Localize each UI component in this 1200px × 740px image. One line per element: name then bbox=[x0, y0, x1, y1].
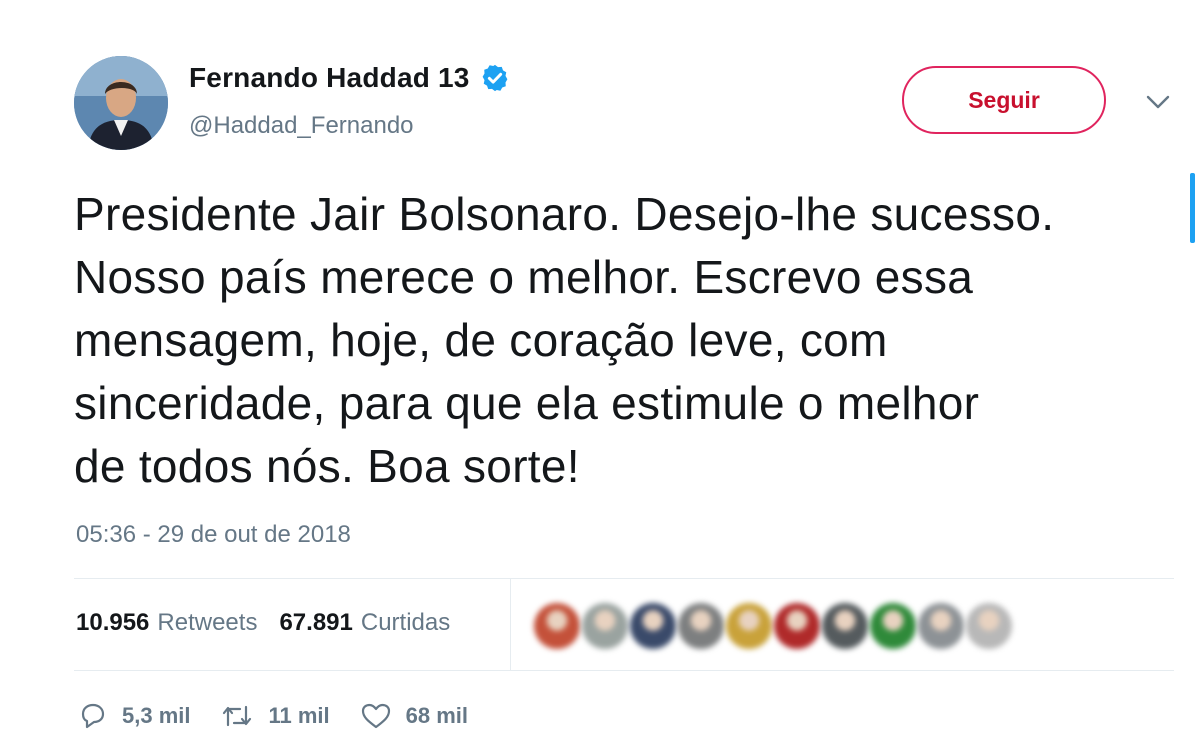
tweet-actions: 5,3 mil 11 mil 68 mil bbox=[78, 702, 498, 730]
liker-avatar[interactable] bbox=[534, 603, 580, 649]
retweet-stat[interactable]: 10.956 Retweets bbox=[76, 609, 257, 637]
like-button[interactable]: 68 mil bbox=[360, 702, 468, 730]
liker-avatar[interactable] bbox=[774, 603, 820, 649]
liker-avatars bbox=[534, 603, 1014, 649]
retweet-action-count: 11 mil bbox=[268, 703, 330, 728]
reply-count: 5,3 mil bbox=[122, 703, 191, 728]
liker-avatar[interactable] bbox=[966, 603, 1012, 649]
liker-avatar[interactable] bbox=[630, 603, 676, 649]
like-label: Curtidas bbox=[360, 609, 451, 636]
retweet-icon bbox=[223, 705, 252, 727]
follow-button[interactable]: Seguir bbox=[902, 66, 1106, 134]
tweet-timestamp[interactable]: 05:36 - 29 de out de 2018 bbox=[76, 521, 351, 549]
retweet-button[interactable]: 11 mil bbox=[220, 703, 330, 729]
divider bbox=[74, 578, 1174, 579]
liker-avatar[interactable] bbox=[822, 603, 868, 649]
author-name-row: Fernando Haddad 13 bbox=[189, 62, 510, 94]
like-count: 67.891 bbox=[279, 609, 353, 636]
liker-avatar[interactable] bbox=[918, 603, 964, 649]
heart-icon bbox=[361, 703, 390, 729]
retweet-count: 10.956 bbox=[76, 609, 150, 636]
retweet-label: Retweets bbox=[157, 609, 258, 636]
verified-badge-icon bbox=[482, 64, 507, 92]
liker-avatar[interactable] bbox=[870, 603, 916, 649]
like-stat[interactable]: 67.891 Curtidas bbox=[279, 609, 450, 637]
divider bbox=[74, 670, 1174, 671]
scrollbar[interactable] bbox=[1190, 173, 1195, 243]
tweet-text: Presidente Jair Bolsonaro. Desejo-lhe su… bbox=[74, 188, 1055, 492]
author-avatar[interactable] bbox=[74, 56, 168, 150]
divider bbox=[510, 579, 511, 670]
chevron-down-icon[interactable] bbox=[1144, 92, 1172, 112]
engagement-stats: 10.956 Retweets 67.891 Curtidas bbox=[76, 609, 472, 637]
liker-avatar[interactable] bbox=[678, 603, 724, 649]
liker-avatar[interactable] bbox=[582, 603, 628, 649]
author-name[interactable]: Fernando Haddad 13 bbox=[189, 62, 470, 94]
author-handle[interactable]: @Haddad_Fernando bbox=[189, 112, 414, 140]
reply-icon bbox=[81, 703, 105, 729]
reply-button[interactable]: 5,3 mil bbox=[78, 702, 190, 730]
like-action-count: 68 mil bbox=[405, 703, 469, 728]
liker-avatar[interactable] bbox=[726, 603, 772, 649]
